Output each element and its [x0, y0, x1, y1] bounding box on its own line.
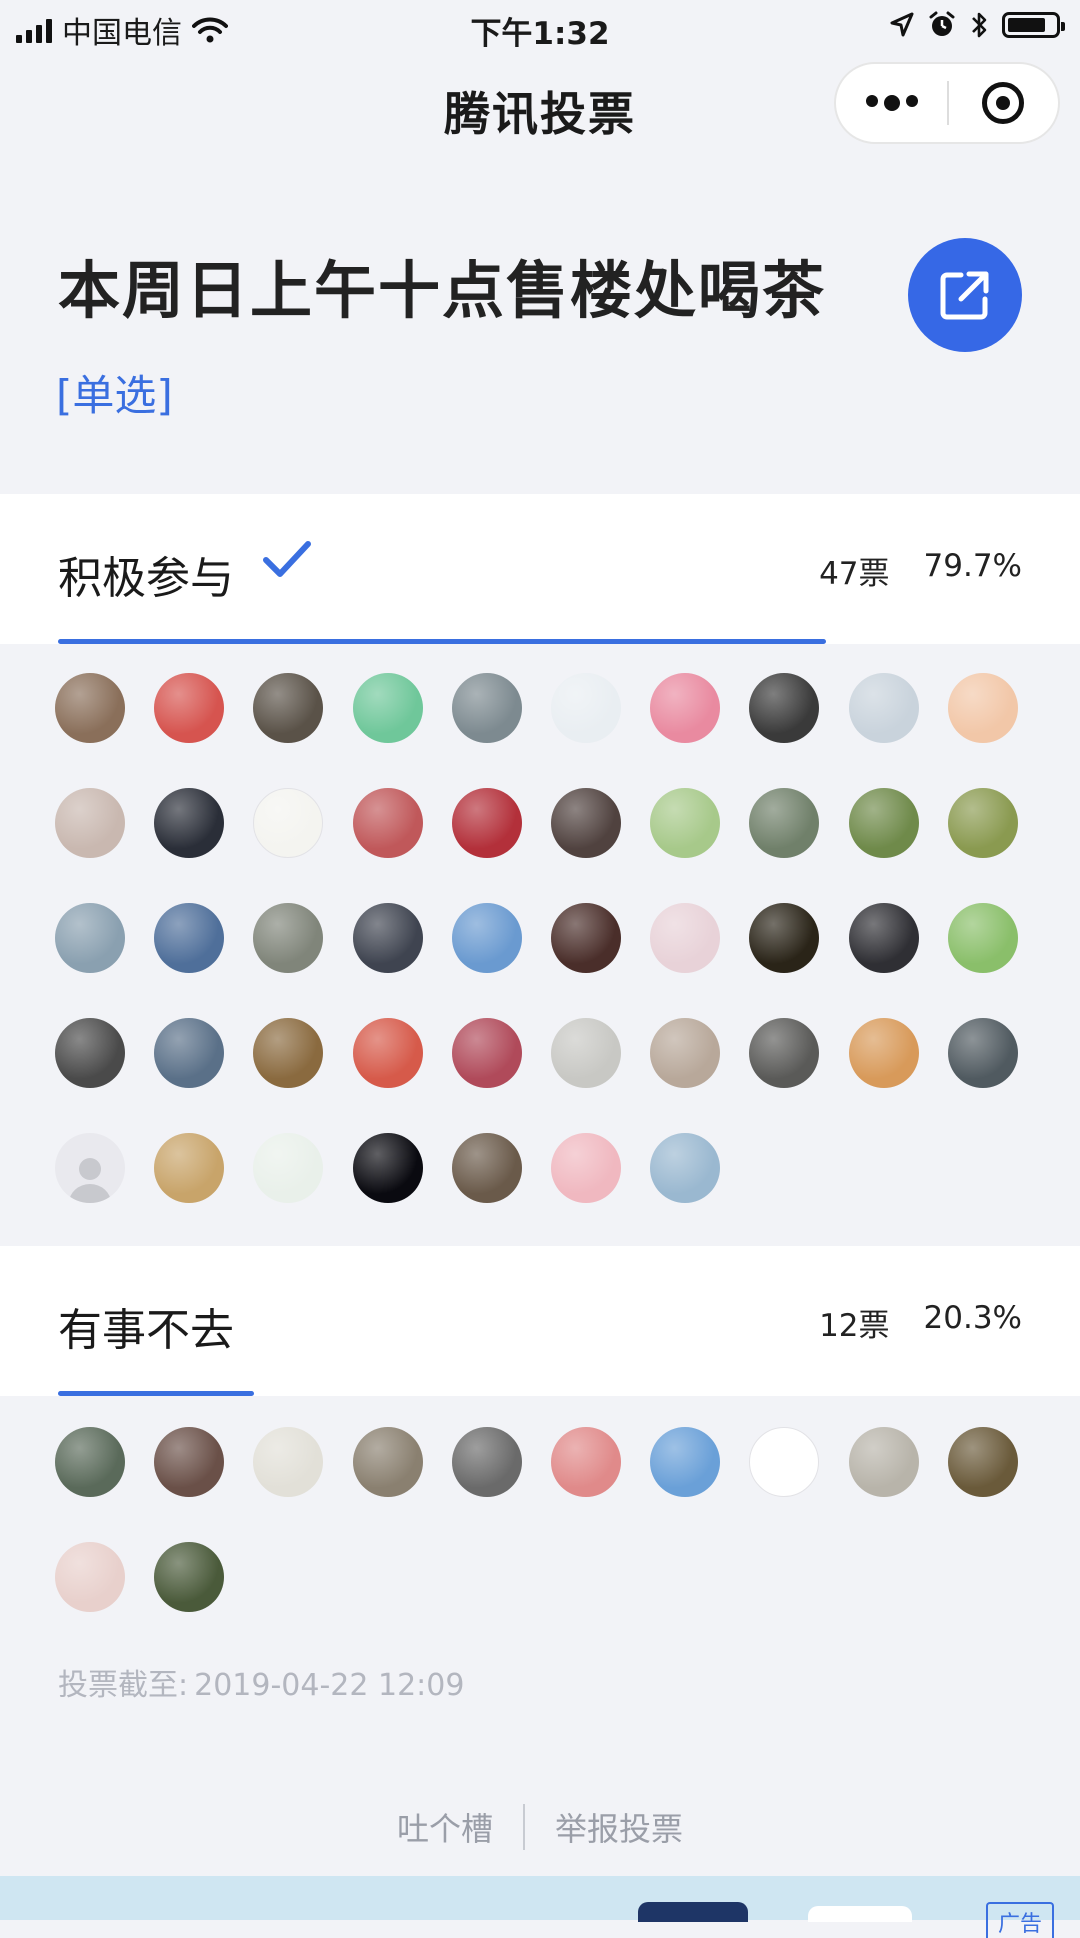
- voter-avatar: [749, 1018, 820, 1088]
- voter-avatar: [451, 1133, 522, 1203]
- voter-avatar: [749, 673, 820, 743]
- share-icon: [940, 271, 989, 320]
- voter-avatar: [451, 1427, 522, 1497]
- voter-avatar: [550, 1427, 621, 1497]
- ad-tag: 广告: [985, 1902, 1054, 1938]
- voter-avatar: [650, 903, 721, 973]
- battery-icon: [1002, 12, 1065, 38]
- deadline-value: 2019-04-22 12:09: [194, 1668, 465, 1703]
- voter-avatar: [55, 1018, 125, 1088]
- voter-avatar: [650, 1133, 721, 1203]
- miniprogram-capsule: [834, 62, 1060, 144]
- voter-avatar: [352, 673, 423, 743]
- voter-avatar: [947, 1427, 1018, 1497]
- voter-avatar: [55, 1542, 125, 1612]
- option-label: 有事不去: [58, 1305, 234, 1356]
- voter-avatar: [451, 673, 522, 743]
- voter-avatar: [352, 1427, 423, 1497]
- voter-avatar: [253, 1133, 324, 1203]
- voter-avatar: [848, 788, 919, 858]
- voter-avatars-option-1: [55, 673, 1045, 1248]
- voter-avatar: [848, 1427, 919, 1497]
- more-icon[interactable]: [836, 95, 947, 111]
- voter-avatar: [650, 1427, 721, 1497]
- voter-avatar: [253, 788, 324, 858]
- voter-avatar: [451, 903, 522, 973]
- voter-avatar: [550, 788, 621, 858]
- voter-avatars-option-2: [55, 1427, 1045, 1657]
- voter-avatar: [650, 788, 721, 858]
- voter-avatar: [154, 903, 225, 973]
- vote-option-2[interactable]: 有事不去 12票 20.3%: [0, 1246, 1080, 1396]
- voter-avatar: [154, 1427, 225, 1497]
- voter-avatar: [848, 903, 919, 973]
- location-icon: [890, 12, 914, 37]
- voter-avatar: [550, 673, 621, 743]
- voter-avatar: [154, 1542, 225, 1612]
- voter-avatar: [650, 673, 721, 743]
- voter-avatar: [154, 1133, 225, 1203]
- voter-avatar: [253, 673, 324, 743]
- voter-avatar: [55, 788, 125, 858]
- voter-avatar: [550, 903, 621, 973]
- default-avatar-icon: [55, 1133, 125, 1203]
- voter-avatar: [947, 673, 1018, 743]
- voter-avatar: [947, 1018, 1018, 1088]
- voter-avatar: [749, 903, 820, 973]
- voter-avatar: [253, 903, 324, 973]
- voter-avatar: [55, 903, 125, 973]
- voter-avatar: [550, 1133, 621, 1203]
- voter-avatar: [749, 1427, 820, 1497]
- option-votes: 12票: [819, 1308, 890, 1344]
- alarm-icon: [929, 11, 955, 36]
- voter-avatar: [253, 1018, 324, 1088]
- voter-avatar: [352, 1133, 423, 1203]
- voter-avatar: [650, 1018, 721, 1088]
- bluetooth-icon: [972, 12, 987, 38]
- voter-avatar: [55, 673, 125, 743]
- voter-avatar: [749, 788, 820, 858]
- deadline-label: 投票截至:: [58, 1668, 189, 1703]
- ad-banner[interactable]: 广告: [0, 1876, 1080, 1938]
- voter-avatar: [55, 1427, 125, 1497]
- ad-graphic: [638, 1902, 748, 1922]
- option-progress-bar: [58, 639, 826, 644]
- option-percent: 79.7%: [923, 548, 1022, 584]
- voter-avatar: [451, 788, 522, 858]
- footer-links: 吐个槽 举报投票: [0, 1804, 1080, 1850]
- voter-avatar: [947, 903, 1018, 973]
- close-miniprogram-icon[interactable]: [949, 82, 1058, 124]
- feedback-link[interactable]: 吐个槽: [397, 1804, 493, 1850]
- voter-avatar: [154, 788, 225, 858]
- voter-avatar: [352, 903, 423, 973]
- voter-avatar: [947, 788, 1018, 858]
- option-progress-bar: [58, 1391, 254, 1396]
- vote-option-1[interactable]: 积极参与 47票 79.7%: [0, 494, 1080, 644]
- option-percent: 20.3%: [923, 1300, 1022, 1336]
- voter-avatar: [352, 1018, 423, 1088]
- vote-deadline: 投票截至: 2019-04-22 12:09: [58, 1660, 464, 1704]
- status-bar: 中国电信 下午1:32: [0, 0, 1080, 54]
- voter-avatar: [352, 788, 423, 858]
- option-votes: 47票: [819, 556, 890, 592]
- vote-type-label: [单选]: [56, 371, 173, 420]
- voter-avatar: [848, 673, 919, 743]
- voter-avatar: [253, 1427, 324, 1497]
- check-icon: [263, 541, 311, 577]
- footer-divider: [523, 1804, 525, 1850]
- option-label: 积极参与: [58, 553, 234, 604]
- voter-avatar: [550, 1018, 621, 1088]
- voter-avatar: [154, 1018, 225, 1088]
- share-button[interactable]: [908, 238, 1022, 352]
- voter-avatar: [848, 1018, 919, 1088]
- voter-avatar: [154, 673, 225, 743]
- report-vote-link[interactable]: 举报投票: [555, 1804, 683, 1850]
- voter-avatar: [451, 1018, 522, 1088]
- vote-title: 本周日上午十点售楼处喝茶: [58, 254, 827, 327]
